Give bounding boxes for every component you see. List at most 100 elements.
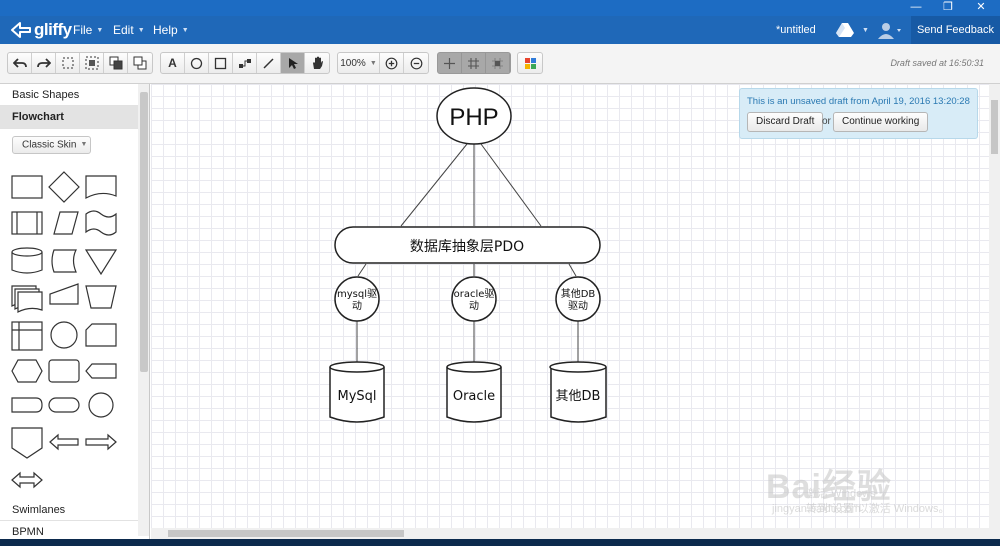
data-shape[interactable] bbox=[53, 211, 79, 235]
database-node-oracle[interactable]: Oracle bbox=[446, 361, 502, 423]
database-node-mysql[interactable]: MySql bbox=[329, 361, 385, 423]
flowchart-shape-palette bbox=[11, 171, 118, 489]
sidebar-scroll-thumb[interactable] bbox=[140, 92, 148, 372]
left-arrow-shape[interactable] bbox=[49, 433, 79, 451]
driver-node-other[interactable]: 其他DB 驱动 bbox=[555, 276, 601, 322]
section-swimlanes[interactable]: Swimlanes bbox=[0, 499, 138, 521]
terminator-shape[interactable] bbox=[48, 397, 80, 413]
shape-library-sidebar: Basic Shapes Flowchart Classic Skin ▼ Sw… bbox=[0, 84, 150, 546]
on-page-connector-shape[interactable] bbox=[88, 392, 114, 418]
top-nav: gliffy File ▼ Edit ▼ Help ▼ *untitled ▼ Sen… bbox=[0, 16, 1000, 44]
google-drive-icon[interactable] bbox=[836, 23, 854, 37]
chevron-down-icon: ▼ bbox=[369, 59, 377, 67]
canvas-horizontal-scrollbar[interactable] bbox=[151, 528, 1000, 539]
tape-shape[interactable] bbox=[85, 210, 117, 236]
group-icon bbox=[85, 56, 98, 70]
driver-node-oracle[interactable]: oracle驱 动 bbox=[451, 276, 497, 322]
skin-label: Classic Skin bbox=[22, 139, 77, 151]
decision-shape[interactable] bbox=[48, 171, 80, 203]
rectangle-tool-button[interactable] bbox=[209, 53, 233, 73]
send-feedback-button[interactable]: Send Feedback bbox=[911, 16, 1000, 44]
bring-front-button[interactable] bbox=[104, 53, 128, 73]
internal-storage-shape[interactable] bbox=[11, 321, 43, 351]
zoom-group: 100% ▼ bbox=[337, 52, 429, 74]
group-button[interactable] bbox=[80, 53, 104, 73]
send-back-button[interactable] bbox=[128, 53, 152, 73]
connector-line[interactable] bbox=[400, 143, 468, 227]
zoom-in-button[interactable] bbox=[380, 53, 404, 73]
gliffy-logo[interactable]: gliffy bbox=[10, 20, 72, 40]
process-shape[interactable] bbox=[11, 175, 43, 199]
off-page-connector-shape[interactable] bbox=[11, 427, 43, 459]
display-shape[interactable] bbox=[85, 363, 117, 379]
discard-draft-button[interactable]: Discard Draft bbox=[747, 112, 824, 132]
close-button[interactable]: ✕ bbox=[966, 0, 996, 16]
diagram-canvas[interactable]: PHP 数据库抽象层PDO mysql驱 动 oracle驱 动 其他DB 驱动… bbox=[151, 84, 989, 528]
delay-shape[interactable] bbox=[11, 397, 43, 413]
connector-tool-button[interactable] bbox=[233, 53, 257, 73]
user-avatar-icon[interactable] bbox=[876, 21, 902, 39]
zoom-select[interactable]: 100% ▼ bbox=[338, 53, 380, 73]
php-node[interactable]: PHP bbox=[436, 87, 512, 145]
chevron-down-icon[interactable]: ▼ bbox=[862, 27, 869, 34]
line-tool-button[interactable] bbox=[257, 53, 281, 73]
horizontal-scroll-thumb[interactable] bbox=[168, 530, 404, 537]
menu-edit-label: Edit bbox=[113, 23, 134, 37]
grid-toggle[interactable] bbox=[462, 53, 486, 73]
database-node-other[interactable]: 其他DB bbox=[549, 361, 607, 423]
guides-toggle[interactable] bbox=[438, 53, 462, 73]
menu-file[interactable]: File ▼ bbox=[73, 16, 103, 44]
pan-tool-button[interactable] bbox=[305, 53, 329, 73]
undo-button[interactable] bbox=[8, 53, 32, 73]
text-tool-icon: A bbox=[168, 56, 177, 70]
double-arrow-shape[interactable] bbox=[11, 471, 43, 489]
snap-grid-icon bbox=[492, 57, 503, 69]
pointer-tool-button[interactable] bbox=[281, 53, 305, 73]
redo-button[interactable] bbox=[32, 53, 56, 73]
draw-tools-group: A bbox=[160, 52, 330, 74]
minimize-button[interactable]: — bbox=[901, 0, 931, 16]
notice-or: or bbox=[822, 116, 831, 127]
text-tool-button[interactable]: A bbox=[161, 53, 185, 73]
hand-icon bbox=[312, 56, 323, 69]
pdo-node[interactable]: 数据库抽象层PDO bbox=[334, 226, 601, 264]
menu-edit[interactable]: Edit ▼ bbox=[113, 16, 145, 44]
zoom-out-button[interactable] bbox=[404, 53, 428, 73]
circle-icon bbox=[190, 57, 203, 69]
document-shape[interactable] bbox=[85, 175, 117, 199]
sidebar-scrollbar[interactable] bbox=[138, 84, 149, 536]
card-shape[interactable] bbox=[48, 359, 80, 383]
stored-data-shape[interactable] bbox=[51, 249, 77, 273]
restore-button[interactable]: ❐ bbox=[933, 0, 963, 16]
redo-icon bbox=[36, 58, 51, 68]
connector-shape[interactable] bbox=[50, 321, 78, 349]
toolbar: A 100% ▼ Draft saved at 16:50:31 bbox=[0, 44, 1000, 84]
driver-node-mysql[interactable]: mysql驱 动 bbox=[334, 276, 380, 322]
gliffy-logo-icon bbox=[11, 22, 31, 38]
skin-dropdown[interactable]: Classic Skin ▼ bbox=[12, 136, 91, 154]
connector-line[interactable] bbox=[568, 263, 577, 277]
merge-shape[interactable] bbox=[84, 249, 118, 276]
chevron-down-icon: ▼ bbox=[181, 26, 189, 34]
connector-line[interactable] bbox=[480, 143, 542, 227]
connector-line[interactable] bbox=[357, 263, 367, 277]
vertical-scroll-thumb[interactable] bbox=[991, 100, 998, 154]
line-icon bbox=[263, 57, 274, 69]
section-basic-shapes[interactable]: Basic Shapes bbox=[0, 84, 138, 106]
theme-button[interactable] bbox=[518, 53, 542, 73]
draft-saved-status: Draft saved at 16:50:31 bbox=[890, 58, 984, 68]
php-label: PHP bbox=[449, 104, 498, 131]
section-flowchart[interactable]: Flowchart bbox=[0, 106, 138, 129]
menu-help[interactable]: Help ▼ bbox=[153, 16, 189, 44]
manual-operation-shape[interactable] bbox=[85, 285, 117, 309]
document-title[interactable]: *untitled bbox=[776, 16, 816, 44]
right-arrow-shape[interactable] bbox=[85, 433, 117, 451]
continue-working-button[interactable]: Continue working bbox=[833, 112, 929, 132]
off-page-shape[interactable] bbox=[85, 323, 117, 347]
snap-toggle[interactable] bbox=[486, 53, 510, 73]
canvas-vertical-scrollbar[interactable] bbox=[989, 84, 1000, 528]
manual-input-shape[interactable] bbox=[49, 283, 79, 305]
preparation-shape[interactable] bbox=[11, 359, 43, 383]
select-all-button[interactable] bbox=[56, 53, 80, 73]
ellipse-tool-button[interactable] bbox=[185, 53, 209, 73]
